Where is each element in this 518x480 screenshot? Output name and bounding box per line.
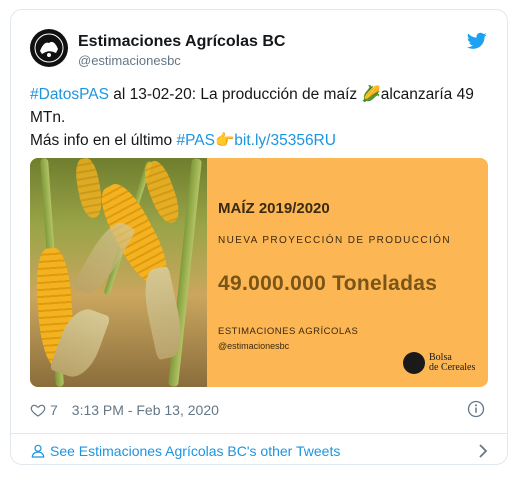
infographic-panel: MAÍZ 2019/2020 NUEVA PROYECCIÓN DE PRODU…	[207, 158, 488, 387]
see-other-tweets-label[interactable]: See Estimaciones Agrícolas BC's other Tw…	[50, 443, 340, 459]
tweet-text-part3: Más info en el último	[30, 132, 177, 149]
like-count[interactable]: 7	[50, 402, 58, 418]
corn-emoji: 🌽	[361, 86, 381, 103]
person-icon	[31, 444, 45, 458]
tweet-media-image[interactable]: MAÍZ 2019/2020 NUEVA PROYECCIÓN DE PRODU…	[30, 158, 488, 387]
short-link[interactable]: bit.ly/35356RU	[234, 132, 336, 149]
bolsa-de-cereales-logo-icon	[31, 30, 67, 66]
divider	[11, 433, 507, 434]
tweet-meta: 7 3:13 PM - Feb 13, 2020	[30, 400, 219, 420]
tweet-text-part1: al 13-02-20: La producción de maíz	[108, 86, 362, 103]
production-figure: 49.000.000 Toneladas	[218, 272, 438, 295]
tweet-timestamp[interactable]: 3:13 PM - Feb 13, 2020	[72, 402, 219, 418]
hashtag-pas[interactable]: #PAS	[176, 132, 215, 149]
tweet-card: Estimaciones Agrícolas BC @estimacionesb…	[10, 9, 508, 465]
info-icon[interactable]	[467, 400, 485, 418]
twitter-bird-icon[interactable]	[467, 32, 487, 50]
corn-photo	[30, 158, 207, 387]
hashtag-datospas[interactable]: #DatosPAS	[30, 86, 109, 103]
see-other-tweets-link[interactable]: See Estimaciones Agrícolas BC's other Tw…	[30, 439, 490, 463]
infographic-org: ESTIMACIONES AGRÍCOLAS	[218, 326, 359, 337]
heart-icon[interactable]	[30, 402, 46, 418]
infographic-title: MAÍZ 2019/2020	[218, 200, 330, 217]
logo-line-2: de Cereales	[429, 362, 476, 373]
author-name[interactable]: Estimaciones Agrícolas BC	[78, 33, 285, 51]
author-handle[interactable]: @estimacionesbc	[78, 53, 181, 68]
chevron-right-icon[interactable]	[476, 443, 490, 459]
author-avatar[interactable]	[30, 29, 68, 67]
infographic-subtitle: NUEVA PROYECCIÓN DE PRODUCCIÓN	[218, 235, 451, 246]
infographic-handle: @estimacionesbc	[218, 341, 290, 351]
bolsa-de-cereales-logo: Bolsa de Cereales	[403, 352, 475, 374]
bolsa-logo-mark-icon	[403, 352, 425, 374]
tweet-text: #DatosPAS al 13-02-20: La producción de …	[30, 83, 490, 152]
pointing-hand-emoji: 👉	[214, 132, 235, 149]
